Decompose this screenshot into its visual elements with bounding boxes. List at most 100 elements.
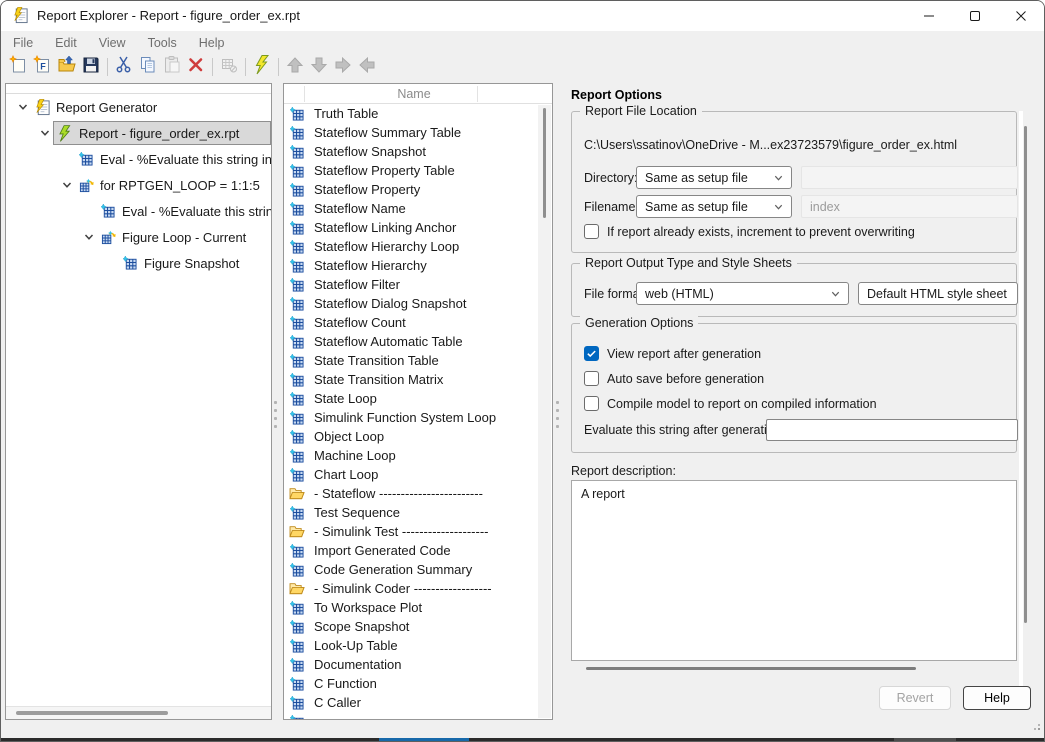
list-item[interactable] (284, 712, 552, 720)
filename-select[interactable]: Same as setup file (636, 195, 792, 218)
chevron-down-icon[interactable] (14, 101, 31, 113)
list-item[interactable]: Stateflow Hierarchy Loop (284, 237, 552, 256)
list-item[interactable]: Simulink Function System Loop (284, 408, 552, 427)
menu-tools[interactable]: Tools (145, 34, 180, 52)
list-item[interactable]: Stateflow Snapshot (284, 142, 552, 161)
chevron-down-icon[interactable] (80, 231, 97, 243)
help-button[interactable]: Help (963, 686, 1031, 710)
list-item-label: Truth Table (314, 106, 378, 121)
list-item[interactable]: Machine Loop (284, 446, 552, 465)
list-item[interactable]: - Stateflow ------------------------ (284, 484, 552, 503)
list-item[interactable]: State Transition Matrix (284, 370, 552, 389)
move-up-button[interactable] (283, 55, 307, 79)
new-form-button[interactable]: F (31, 55, 55, 79)
resize-grip[interactable] (1030, 718, 1041, 736)
compile-model-checkbox[interactable] (584, 396, 599, 411)
list-item[interactable]: Stateflow Property Table (284, 161, 552, 180)
left-splitter-handle[interactable] (274, 401, 277, 433)
menu-file[interactable]: File (10, 34, 36, 52)
list-item[interactable]: Chart Loop (284, 465, 552, 484)
tree-item-eval-2[interactable]: Eval - %Evaluate this string in the (6, 198, 271, 224)
save-button[interactable] (79, 55, 103, 79)
tree-item-figure-loop[interactable]: Figure Loop - Current (6, 224, 271, 250)
list-item[interactable]: Stateflow Hierarchy (284, 256, 552, 275)
list-item[interactable]: State Loop (284, 389, 552, 408)
list-item[interactable]: Stateflow Property (284, 180, 552, 199)
directory-select[interactable]: Same as setup file (636, 166, 792, 189)
report-file-location-group: Report File Location C:\Users\ssatinov\O… (571, 111, 1017, 253)
new-report-button[interactable] (7, 55, 31, 79)
list-item[interactable]: C Function (284, 674, 552, 693)
tb-arrow-right-icon (333, 55, 353, 80)
increment-checkbox[interactable] (584, 224, 599, 239)
tree-item-report[interactable]: Report - figure_order_ex.rpt (6, 120, 271, 146)
tb-new-icon (9, 55, 29, 80)
right-splitter-handle[interactable] (556, 401, 559, 433)
list-item[interactable]: C Caller (284, 693, 552, 712)
paste-button[interactable] (160, 55, 184, 79)
list-item[interactable]: State Transition Table (284, 351, 552, 370)
chevron-down-icon[interactable] (36, 127, 53, 139)
list-item[interactable]: - Simulink Test -------------------- (284, 522, 552, 541)
list-item[interactable]: Stateflow Filter (284, 275, 552, 294)
list-item[interactable]: To Workspace Plot (284, 598, 552, 617)
table-button[interactable] (217, 55, 241, 79)
list-item[interactable]: Stateflow Linking Anchor (284, 218, 552, 237)
minimize-button[interactable] (906, 1, 952, 31)
evaluate-string-input[interactable] (766, 419, 1018, 441)
tree-item-for-loop[interactable]: for RPTGEN_LOOP = 1:1:5 (6, 172, 271, 198)
file-format-select[interactable]: web (HTML) (636, 282, 849, 305)
tb-paste-icon (162, 55, 182, 80)
style-sheet-select[interactable]: Default HTML style sheet (858, 282, 1018, 305)
move-right-button[interactable] (331, 55, 355, 79)
tree-item-report-generator[interactable]: Report Generator (6, 94, 271, 120)
list-item[interactable]: Stateflow Dialog Snapshot (284, 294, 552, 313)
options-scroll-thumb[interactable] (1024, 126, 1027, 623)
chevron-down-icon[interactable] (58, 179, 75, 191)
options-hscroll-thumb[interactable] (586, 667, 916, 670)
open-button[interactable] (55, 55, 79, 79)
list-item[interactable]: Code Generation Summary (284, 560, 552, 579)
list-item[interactable]: - Simulink Coder ------------------ (284, 579, 552, 598)
list-item[interactable]: Scope Snapshot (284, 617, 552, 636)
move-down-button[interactable] (307, 55, 331, 79)
list-item[interactable]: Look-Up Table (284, 636, 552, 655)
menu-view[interactable]: View (96, 34, 129, 52)
revert-button[interactable]: Revert (879, 686, 951, 710)
menu-help[interactable]: Help (196, 34, 228, 52)
report-description-textarea[interactable]: A report (571, 480, 1017, 661)
delete-button[interactable] (184, 55, 208, 79)
tree-item-label: Eval - %Evaluate this string in the bas (100, 152, 272, 167)
list-item[interactable]: Object Loop (284, 427, 552, 446)
list-item[interactable]: Stateflow Automatic Table (284, 332, 552, 351)
list-item[interactable]: Truth Table (284, 104, 552, 123)
cut-button[interactable] (112, 55, 136, 79)
component-list-scrollbar[interactable] (538, 105, 551, 718)
list-item-label: Stateflow Summary Table (314, 125, 461, 140)
move-left-button[interactable] (355, 55, 379, 79)
toolbar: F (1, 54, 1044, 80)
view-report-checkbox[interactable] (584, 346, 599, 361)
tree-horizontal-scrollbar[interactable] (6, 706, 271, 719)
list-item[interactable]: Test Sequence (284, 503, 552, 522)
tree-hscroll-thumb[interactable] (16, 711, 168, 715)
generate-report-button[interactable] (250, 55, 274, 79)
list-item-label: State Transition Table (314, 353, 439, 368)
name-column-header[interactable]: Name (354, 87, 474, 101)
list-item[interactable]: Stateflow Count (284, 313, 552, 332)
component-icon (289, 373, 305, 387)
list-item[interactable]: Stateflow Summary Table (284, 123, 552, 142)
copy-button[interactable] (136, 55, 160, 79)
menu-edit[interactable]: Edit (52, 34, 80, 52)
list-item[interactable]: Import Generated Code (284, 541, 552, 560)
auto-save-checkbox[interactable] (584, 371, 599, 386)
close-button[interactable] (998, 1, 1044, 31)
tree-item-figure-snapshot[interactable]: Figure Snapshot (6, 250, 271, 276)
view-report-label: View report after generation (607, 347, 761, 361)
maximize-button[interactable] (952, 1, 998, 31)
component-list-scroll-thumb[interactable] (543, 108, 546, 218)
options-scrollbar-track[interactable] (1019, 111, 1023, 686)
list-item[interactable]: Documentation (284, 655, 552, 674)
tree-item-eval-1[interactable]: Eval - %Evaluate this string in the bas (6, 146, 271, 172)
list-item[interactable]: Stateflow Name (284, 199, 552, 218)
